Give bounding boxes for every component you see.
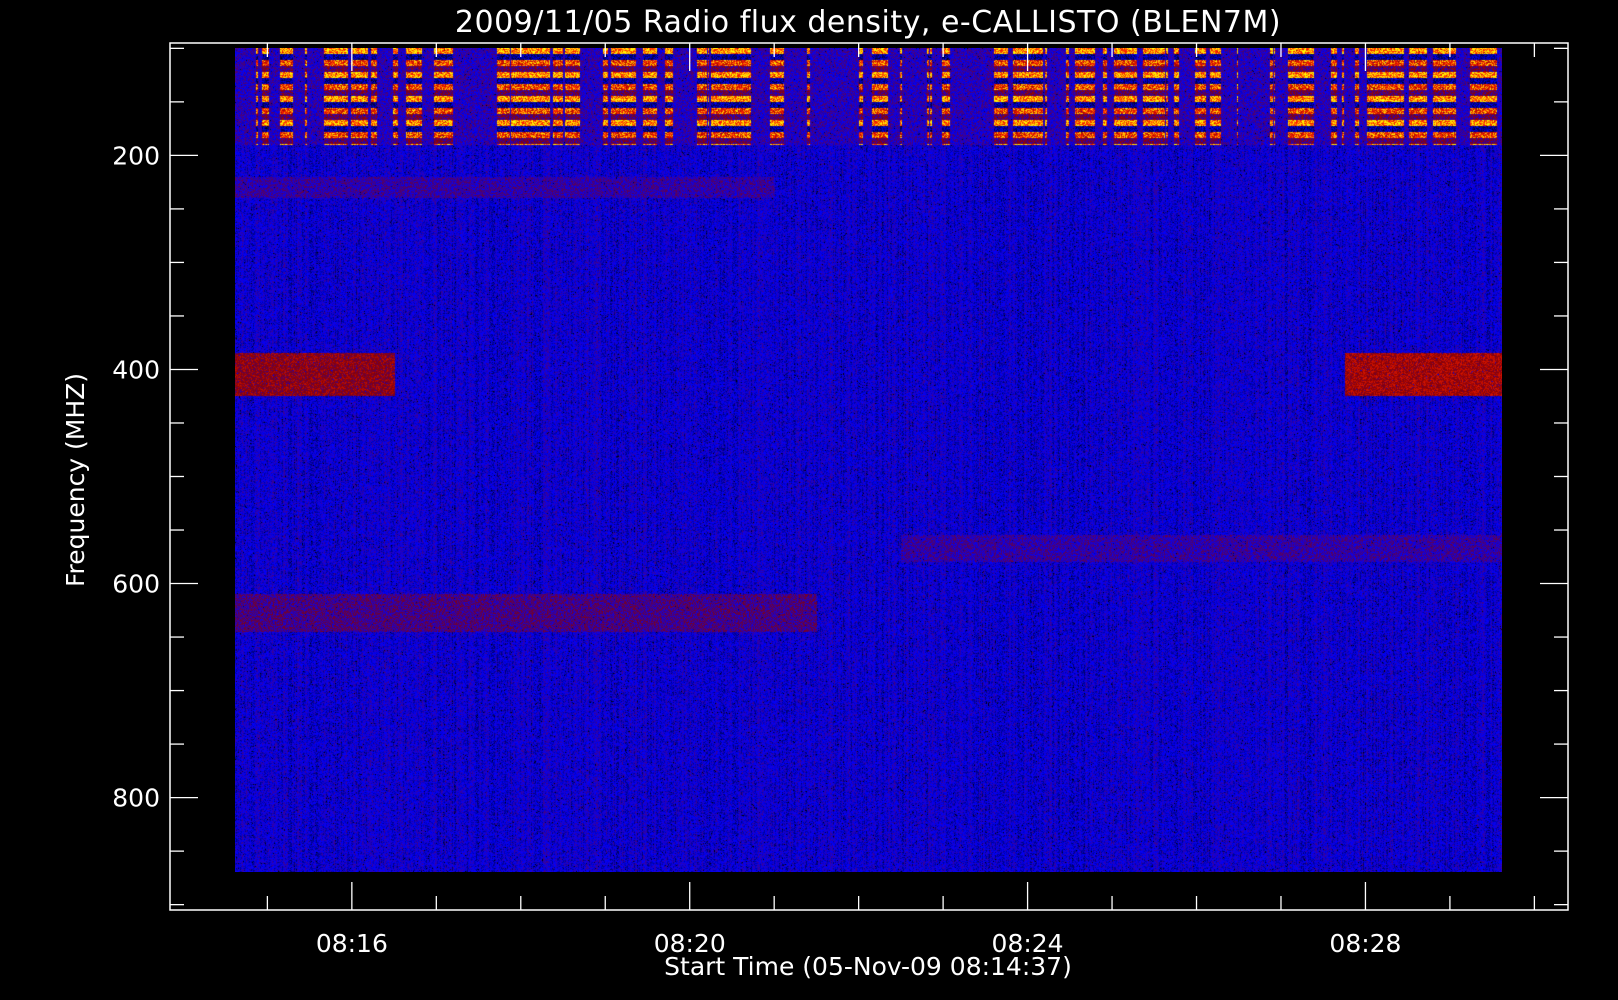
spectrogram-chart: 2009/11/05 Radio flux density, e-CALLIST… (0, 0, 1618, 1000)
chart-title: 2009/11/05 Radio flux density, e-CALLIST… (455, 5, 1281, 40)
x-tick-label: 08:16 (316, 929, 388, 958)
x-axis-label: Start Time (05-Nov-09 08:14:37) (664, 952, 1072, 981)
y-tick-label: 200 (112, 141, 160, 170)
heatmap-area (235, 48, 1502, 872)
x-tick-label: 08:28 (1329, 929, 1401, 958)
y-tick-label: 400 (112, 355, 160, 384)
spectrogram-image (235, 48, 1502, 872)
y-axis-label: Frequency (MHZ) (61, 373, 90, 587)
y-tick-label: 800 (112, 784, 160, 813)
y-tick-label: 600 (112, 570, 160, 599)
